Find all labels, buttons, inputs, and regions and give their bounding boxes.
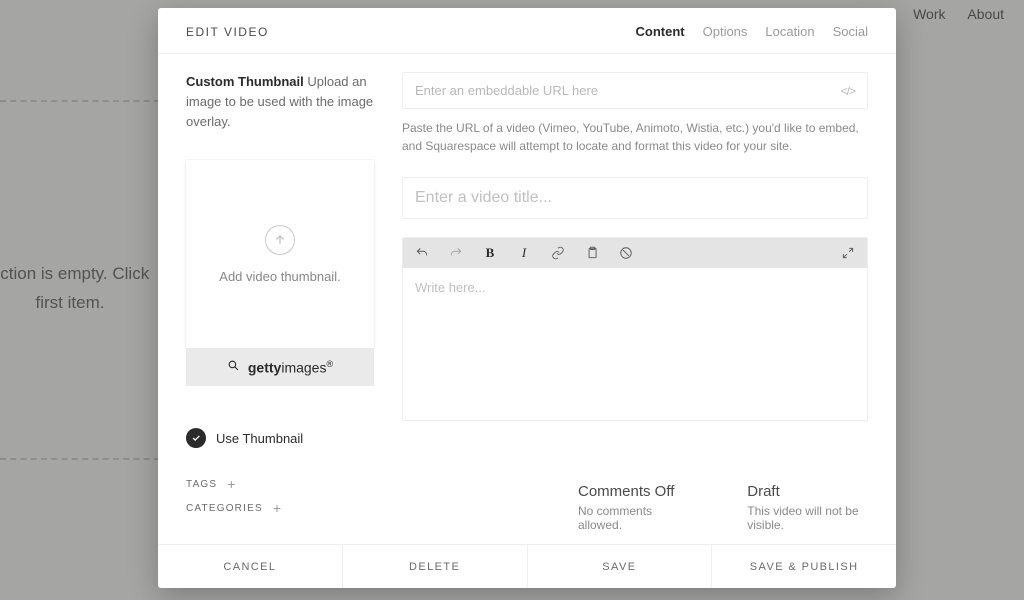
- checkmark-icon: [186, 428, 206, 448]
- plus-icon: +: [227, 476, 236, 492]
- save-button[interactable]: SAVE: [528, 545, 713, 588]
- embed-url-help: Paste the URL of a video (Vimeo, YouTube…: [402, 119, 868, 155]
- modal-header: EDIT VIDEO Content Options Location Soci…: [158, 8, 896, 54]
- tags-label: TAGS: [186, 479, 217, 490]
- video-title-input[interactable]: [402, 177, 868, 219]
- clipboard-button[interactable]: [583, 244, 601, 262]
- editor-body[interactable]: Write here...: [403, 268, 867, 420]
- delete-button[interactable]: DELETE: [343, 545, 528, 588]
- modal-body: Custom Thumbnail Upload an image to be u…: [158, 54, 896, 544]
- draft-status-sub: This video will not be visible.: [747, 504, 896, 532]
- draft-status-title: Draft: [747, 483, 896, 500]
- add-thumbnail-label: Add video thumbnail.: [219, 269, 340, 284]
- redo-button[interactable]: [447, 244, 465, 262]
- comments-status-sub: No comments allowed.: [578, 504, 697, 532]
- comments-status-title: Comments Off: [578, 483, 697, 500]
- cancel-button[interactable]: CANCEL: [158, 545, 343, 588]
- italic-button[interactable]: I: [515, 244, 533, 262]
- categories-label: CATEGORIES: [186, 503, 263, 514]
- add-thumbnail-dropzone[interactable]: Add video thumbnail.: [186, 160, 374, 348]
- taxonomy-section: TAGS + CATEGORIES +: [186, 476, 374, 516]
- search-icon: [227, 359, 240, 375]
- status-row: Comments Off No comments allowed. Draft …: [578, 483, 896, 532]
- getty-images-search[interactable]: gettyimages®: [186, 348, 374, 386]
- embed-code-icon[interactable]: </>: [841, 84, 855, 98]
- add-tags[interactable]: TAGS +: [186, 476, 374, 492]
- clear-formatting-button[interactable]: [617, 244, 635, 262]
- editor-toolbar: B I: [403, 238, 867, 268]
- tab-location[interactable]: Location: [765, 24, 814, 39]
- edit-video-modal: EDIT VIDEO Content Options Location Soci…: [158, 8, 896, 588]
- bold-button[interactable]: B: [481, 244, 499, 262]
- tab-options[interactable]: Options: [703, 24, 748, 39]
- upload-arrow-icon: [265, 225, 295, 255]
- tab-content[interactable]: Content: [636, 24, 685, 39]
- save-publish-button[interactable]: SAVE & PUBLISH: [712, 545, 896, 588]
- comments-status[interactable]: Comments Off No comments allowed.: [578, 483, 697, 532]
- thumbnail-desc-strong: Custom Thumbnail: [186, 74, 304, 89]
- right-column: </> Paste the URL of a video (Vimeo, You…: [402, 72, 868, 534]
- modal-tabs: Content Options Location Social: [636, 24, 869, 39]
- embed-url-input[interactable]: [415, 83, 841, 98]
- add-categories[interactable]: CATEGORIES +: [186, 500, 374, 516]
- getty-logo: gettyimages®: [248, 359, 333, 376]
- rich-text-editor: B I Write here...: [402, 237, 868, 421]
- plus-icon: +: [273, 500, 282, 516]
- modal-title: EDIT VIDEO: [186, 25, 269, 39]
- editor-placeholder: Write here...: [415, 280, 486, 295]
- embed-url-row: </>: [402, 72, 868, 109]
- use-thumbnail-label: Use Thumbnail: [216, 431, 303, 446]
- link-button[interactable]: [549, 244, 567, 262]
- undo-button[interactable]: [413, 244, 431, 262]
- thumbnail-description: Custom Thumbnail Upload an image to be u…: [186, 72, 374, 132]
- modal-footer: CANCEL DELETE SAVE SAVE & PUBLISH: [158, 544, 896, 588]
- tab-social[interactable]: Social: [833, 24, 868, 39]
- use-thumbnail-toggle[interactable]: Use Thumbnail: [186, 428, 374, 448]
- expand-button[interactable]: [839, 244, 857, 262]
- draft-status[interactable]: Draft This video will not be visible.: [747, 483, 896, 532]
- left-column: Custom Thumbnail Upload an image to be u…: [186, 72, 374, 534]
